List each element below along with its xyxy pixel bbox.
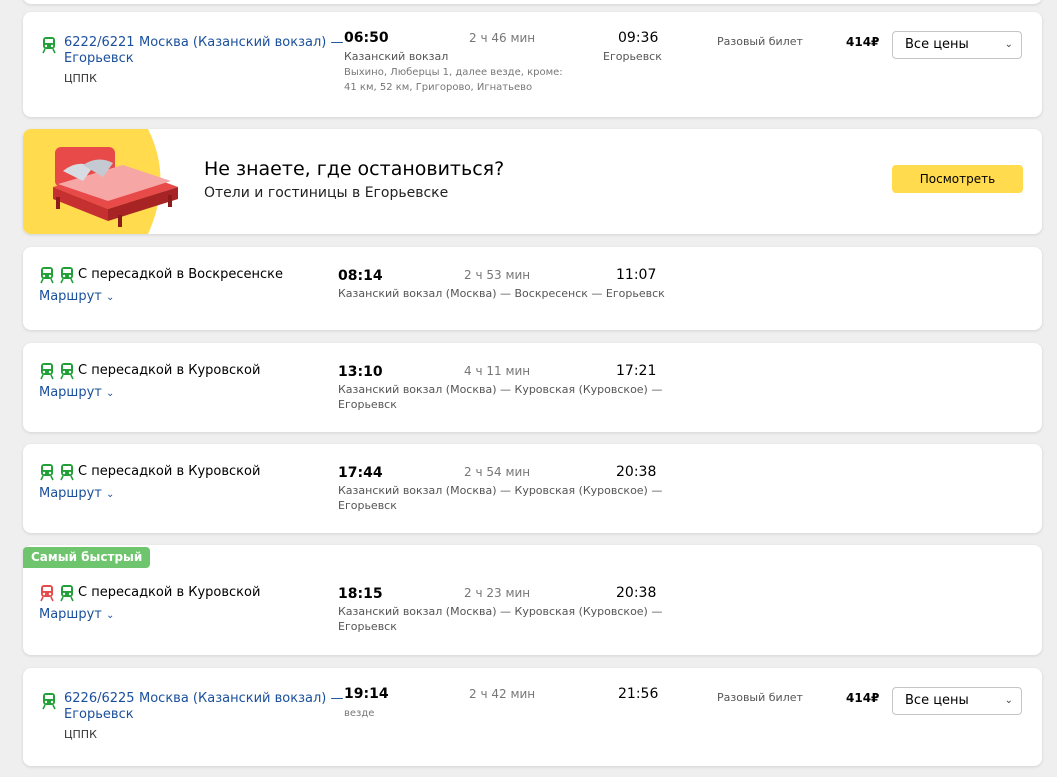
view-hotels-button[interactable]: Посмотреть [892,165,1023,193]
arrival-time: 20:38 [616,464,657,480]
train-icon [60,267,74,284]
train-icon [40,464,54,481]
hotel-promo-card[interactable]: Не знаете, где остановиться? Отели и гос… [23,129,1042,234]
arrival-time: 09:36 [618,30,659,46]
transfer-title: С пересадкой в Воскресенске [78,267,284,282]
departure-time: 13:10 [338,364,383,380]
transfer-path-end: Егорьевск [338,499,397,512]
previous-card-edge [23,0,1042,4]
transfer-title: С пересадкой в Куровской [78,464,261,479]
route-toggle[interactable]: Маршрут ⌄ [39,289,114,304]
train-icon [60,585,74,602]
route-toggle-label: Маршрут [39,486,102,501]
transfer-title: С пересадкой в Куровской [78,363,261,378]
departure-time: 17:44 [338,465,383,481]
train-route-link[interactable]: Москва (Казанский вокзал) — [139,35,343,50]
transfer-title: С пересадкой в Куровской [78,585,261,600]
ticket-price: 414₽ [846,35,880,49]
bed-illustration [23,129,178,234]
trip-duration: 4 ч 11 мин [464,364,531,378]
prices-dropdown-label: Все цены [905,37,969,52]
arrival-station: Егорьевск [603,50,662,63]
departure-station: Казанский вокзал [344,50,449,63]
promo-title: Не знаете, где остановиться? [204,158,505,180]
train-icon [60,464,74,481]
trip-duration: 2 ч 23 мин [464,586,531,600]
train-icon-red [40,585,54,602]
transfer-path-end: Егорьевск [338,398,397,411]
departure-time: 18:15 [338,586,383,602]
chevron-down-icon: ⌄ [106,489,115,500]
transfer-card[interactable]: С пересадкой в Воскресенске Маршрут ⌄ 08… [23,247,1042,330]
stops-info: везде [344,708,375,719]
arrival-time: 17:21 [616,363,657,379]
stops-info-line1: Выхино, Люберцы 1, далее везде, кроме: [344,67,563,78]
train-route-link-end[interactable]: Егорьевск [64,707,134,722]
ticket-type: Разовый билет [717,35,803,48]
prices-dropdown[interactable]: Все цены ⌄ [892,31,1022,59]
carrier-name: ЦППК [64,72,97,85]
fastest-badge: Самый быстрый [23,547,151,568]
transfer-path: Казанский вокзал (Москва) — Куровская (К… [338,484,663,497]
chevron-down-icon: ⌄ [1004,39,1013,50]
train-number-link[interactable]: 6226/6225 [64,691,135,706]
route-toggle-label: Маршрут [39,385,102,400]
train-icon [42,693,56,710]
departure-time: 19:14 [344,686,389,702]
arrival-time: 11:07 [616,267,657,283]
route-toggle[interactable]: Маршрут ⌄ [39,385,114,400]
ticket-price: 414₽ [846,691,880,705]
prices-dropdown[interactable]: Все цены ⌄ [892,687,1022,715]
transfer-path-end: Егорьевск [338,620,397,633]
departure-time: 06:50 [344,30,389,46]
train-icon [60,363,74,380]
train-number-link[interactable]: 6222/6221 [64,35,135,50]
carrier-name: ЦППК [64,728,97,741]
ticket-type: Разовый билет [717,691,803,704]
prices-dropdown-label: Все цены [905,693,969,708]
arrival-time: 20:38 [616,585,657,601]
train-card-6222[interactable]: 6222/6221 Москва (Казанский вокзал) — Ег… [23,12,1042,117]
route-toggle-label: Маршрут [39,289,102,304]
chevron-down-icon: ⌄ [106,388,115,399]
train-icon [42,37,56,54]
chevron-down-icon: ⌄ [106,292,115,303]
train-icon [40,267,54,284]
transfer-path: Казанский вокзал (Москва) — Куровская (К… [338,605,663,618]
transfer-card[interactable]: С пересадкой в Куровской Маршрут ⌄ 13:10… [23,343,1042,432]
train-route-link[interactable]: Москва (Казанский вокзал) — [139,691,343,706]
transfer-path: Казанский вокзал (Москва) — Куровская (К… [338,383,663,396]
stops-info-line2: 41 км, 52 км, Григорово, Игнатьево [344,82,533,93]
train-route-link-end[interactable]: Егорьевск [64,51,134,66]
trip-duration: 2 ч 53 мин [464,268,531,282]
promo-subtitle: Отели и гостиницы в Егорьевске [204,185,449,201]
route-toggle[interactable]: Маршрут ⌄ [39,486,114,501]
transfer-card[interactable]: С пересадкой в Куровской Маршрут ⌄ 17:44… [23,444,1042,533]
trip-duration: 2 ч 42 мин [469,687,536,701]
transfer-path: Казанский вокзал (Москва) — Воскресенск … [338,287,665,300]
train-icon [40,363,54,380]
chevron-down-icon: ⌄ [106,610,115,621]
train-card-6226[interactable]: 6226/6225 Москва (Казанский вокзал) — Ег… [23,668,1042,766]
arrival-time: 21:56 [618,686,659,702]
trip-duration: 2 ч 46 мин [469,31,536,45]
departure-time: 08:14 [338,268,383,284]
route-toggle[interactable]: Маршрут ⌄ [39,607,114,622]
transfer-card-fastest[interactable]: С пересадкой в Куровской Маршрут ⌄ 18:15… [23,545,1042,655]
chevron-down-icon: ⌄ [1004,695,1013,706]
trip-duration: 2 ч 54 мин [464,465,531,479]
route-toggle-label: Маршрут [39,607,102,622]
